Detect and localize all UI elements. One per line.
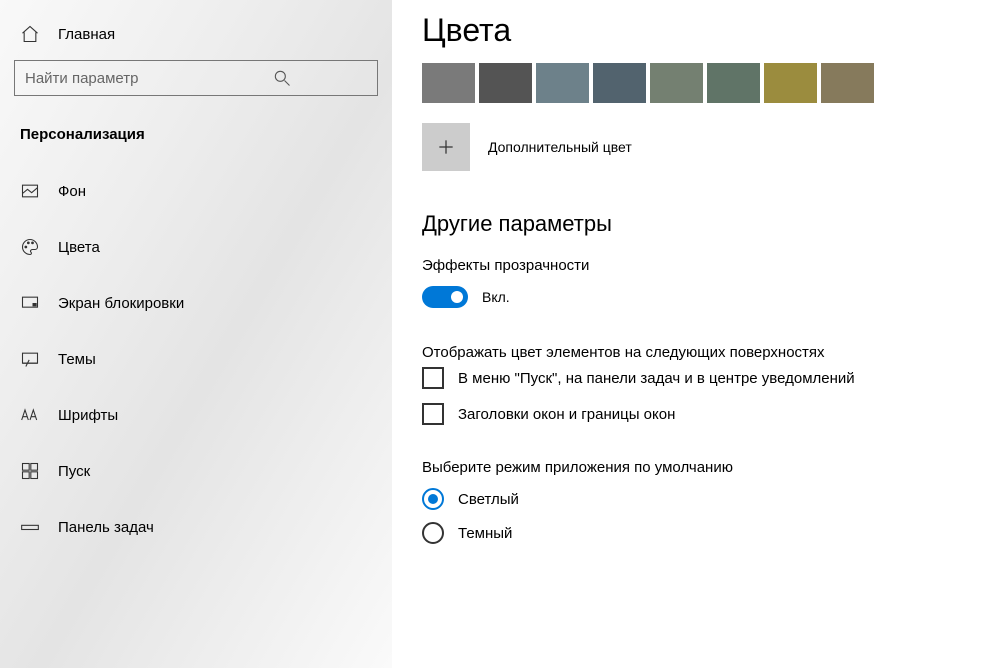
radio[interactable] <box>422 488 444 510</box>
transparency-toggle[interactable] <box>422 286 468 308</box>
color-swatch[interactable] <box>821 63 874 103</box>
nav-item-start[interactable]: Пуск <box>0 443 392 499</box>
search-placeholder: Найти параметр <box>25 70 196 87</box>
app-mode-label: Выберите режим приложения по умолчанию <box>422 459 972 476</box>
color-swatch-row <box>422 63 972 103</box>
radio-label: Темный <box>458 525 512 542</box>
nav-list: Фон Цвета Экран блокировки Темы Шрифты <box>0 163 392 555</box>
nav-item-colors[interactable]: Цвета <box>0 219 392 275</box>
color-swatch[interactable] <box>479 63 532 103</box>
accent-surfaces-label: Отображать цвет элементов на следующих п… <box>422 344 972 361</box>
nav-item-themes[interactable]: Темы <box>0 331 392 387</box>
color-swatch[interactable] <box>650 63 703 103</box>
color-swatch[interactable] <box>707 63 760 103</box>
transparency-label: Эффекты прозрачности <box>422 257 972 274</box>
search-input[interactable]: Найти параметр <box>14 60 378 96</box>
color-swatch[interactable] <box>422 63 475 103</box>
home-link[interactable]: Главная <box>0 14 392 54</box>
color-swatch[interactable] <box>593 63 646 103</box>
background-icon <box>20 181 40 201</box>
category-label: Персонализация <box>0 96 392 163</box>
checkbox[interactable] <box>422 403 444 425</box>
nav-item-label: Панель задач <box>58 519 154 536</box>
page-title: Цвета <box>422 12 972 49</box>
nav-item-lockscreen[interactable]: Экран блокировки <box>0 275 392 331</box>
radio-label: Светлый <box>458 491 519 508</box>
nav-item-label: Темы <box>58 351 96 368</box>
custom-color-row[interactable]: Дополнительный цвет <box>422 123 972 171</box>
custom-color-label: Дополнительный цвет <box>488 139 632 155</box>
checkbox-label: Заголовки окон и границы окон <box>458 406 675 423</box>
nav-item-fonts[interactable]: Шрифты <box>0 387 392 443</box>
radio-row-dark[interactable]: Темный <box>422 522 972 544</box>
nav-item-label: Пуск <box>58 463 90 480</box>
home-label: Главная <box>58 26 115 43</box>
transparency-state: Вкл. <box>482 289 510 305</box>
taskbar-icon <box>20 517 40 537</box>
sidebar: Главная Найти параметр Персонализация Фо… <box>0 0 392 668</box>
checkbox-label: В меню "Пуск", на панели задач и в центр… <box>458 370 855 387</box>
nav-item-taskbar[interactable]: Панель задач <box>0 499 392 555</box>
checkbox-row-start-taskbar[interactable]: В меню "Пуск", на панели задач и в центр… <box>422 367 972 389</box>
section-other-options: Другие параметры <box>422 211 972 237</box>
plus-icon[interactable] <box>422 123 470 171</box>
nav-item-label: Цвета <box>58 239 100 256</box>
nav-item-label: Шрифты <box>58 407 118 424</box>
home-icon <box>20 24 40 44</box>
main-content: Цвета Дополнительный цвет Другие парамет… <box>392 0 1002 668</box>
radio[interactable] <box>422 522 444 544</box>
search-icon <box>196 68 367 88</box>
nav-item-label: Экран блокировки <box>58 295 184 312</box>
themes-icon <box>20 349 40 369</box>
nav-item-background[interactable]: Фон <box>0 163 392 219</box>
colors-icon <box>20 237 40 257</box>
fonts-icon <box>20 405 40 425</box>
checkbox[interactable] <box>422 367 444 389</box>
checkbox-row-title-bars[interactable]: Заголовки окон и границы окон <box>422 403 972 425</box>
start-icon <box>20 461 40 481</box>
lockscreen-icon <box>20 293 40 313</box>
radio-row-light[interactable]: Светлый <box>422 488 972 510</box>
color-swatch[interactable] <box>764 63 817 103</box>
nav-item-label: Фон <box>58 183 86 200</box>
color-swatch[interactable] <box>536 63 589 103</box>
